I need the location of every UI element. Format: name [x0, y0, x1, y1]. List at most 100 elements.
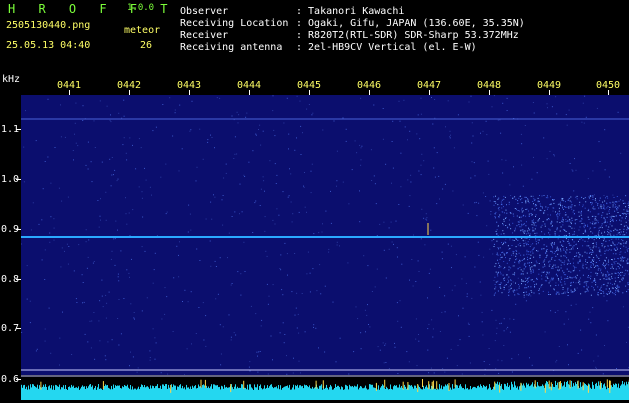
spectrum-bin — [132, 386, 133, 400]
noise-pixel — [508, 292, 509, 293]
noise-pixel — [107, 341, 108, 342]
spectrum-bin — [511, 382, 512, 400]
noise-pixel — [289, 195, 290, 196]
noise-pixel — [447, 358, 448, 359]
meteor-echo-pixel — [605, 241, 606, 242]
meteor-echo-pixel — [594, 259, 595, 260]
spectrum-peak — [549, 381, 550, 389]
noise-pixel — [86, 229, 87, 230]
noise-pixel — [365, 310, 366, 311]
noise-pixel — [61, 201, 62, 202]
noise-pixel — [427, 328, 428, 329]
noise-pixel — [165, 164, 166, 165]
meteor-echo-pixel — [529, 277, 530, 278]
meteor-echo-pixel — [495, 263, 496, 264]
spectrum-bin — [269, 386, 270, 400]
noise-pixel — [393, 244, 394, 245]
spectrum-bin — [575, 382, 576, 400]
spectrum-bin — [63, 385, 64, 400]
meteor-echo-pixel — [504, 289, 505, 290]
noise-pixel — [263, 180, 264, 181]
noise-pixel — [363, 255, 364, 256]
noise-pixel — [276, 175, 277, 176]
noise-pixel — [360, 98, 361, 99]
noise-pixel — [569, 110, 570, 111]
meteor-echo-pixel — [546, 197, 547, 198]
noise-pixel — [229, 314, 230, 315]
noise-pixel — [160, 177, 161, 178]
meteor-echo-pixel — [530, 286, 531, 287]
meteor-echo-pixel — [626, 216, 627, 217]
meteor-echo-pixel — [503, 233, 504, 234]
spectrum-bin — [595, 384, 596, 400]
spectrum-bin — [299, 385, 300, 400]
meteor-echo-pixel — [610, 290, 611, 291]
spectrum-bin — [305, 385, 306, 400]
noise-pixel — [39, 224, 40, 225]
meteor-echo-pixel — [596, 265, 597, 266]
meteor-echo-pixel — [616, 220, 617, 221]
noise-pixel — [605, 267, 606, 268]
meteor-echo-pixel — [554, 242, 555, 243]
meteor-echo-pixel — [618, 212, 619, 213]
noise-pixel — [24, 181, 25, 182]
meteor-echo-pixel — [542, 238, 543, 239]
noise-pixel — [361, 146, 362, 147]
meteor-echo-pixel — [592, 203, 593, 204]
noise-pixel — [133, 356, 134, 357]
meteor-echo-pixel — [587, 288, 588, 289]
noise-pixel — [115, 238, 116, 239]
spectrum-bin — [21, 385, 22, 400]
noise-pixel — [273, 130, 274, 131]
noise-pixel — [284, 342, 285, 343]
meteor-echo-pixel — [562, 270, 563, 271]
spectrum-bin — [356, 387, 357, 401]
meteor-echo-pixel — [599, 230, 600, 231]
meteor-echo-pixel — [494, 246, 495, 247]
meteor-echo-pixel — [502, 292, 503, 293]
noise-pixel — [584, 96, 585, 97]
meteor-echo-pixel — [590, 262, 591, 263]
noise-pixel — [74, 270, 75, 271]
meteor-echo-pixel — [532, 224, 533, 225]
spectrum-bin — [512, 384, 513, 400]
spectrum-bin — [142, 385, 143, 400]
meteor-echo-pixel — [552, 279, 553, 280]
info-key: Observer — [180, 6, 228, 17]
meteor-echo-pixel — [612, 273, 613, 274]
spectrum-bin — [234, 387, 235, 400]
noise-pixel — [118, 274, 119, 275]
spectrum-bin — [363, 388, 364, 400]
spectrum-bin — [150, 385, 151, 400]
noise-pixel — [292, 213, 293, 214]
noise-pixel — [287, 275, 288, 276]
noise-pixel — [483, 131, 484, 132]
meteor-echo-pixel — [540, 206, 541, 207]
spectrum-peak — [609, 380, 610, 388]
meteor-echo-pixel — [585, 281, 586, 282]
meteor-echo-pixel — [628, 211, 629, 212]
spectrum-bin — [377, 390, 378, 401]
meteor-echo-pixel — [503, 199, 504, 200]
noise-pixel — [588, 178, 589, 179]
noise-pixel — [409, 361, 410, 362]
noise-pixel — [273, 284, 274, 285]
noise-pixel — [130, 303, 131, 304]
meteor-echo-pixel — [563, 287, 564, 288]
spectrum-bin — [546, 381, 547, 400]
meteor-echo-pixel — [528, 201, 529, 202]
spectrum-bin — [95, 386, 96, 400]
meteor-echo-pixel — [512, 245, 513, 246]
meteor-echo-pixel — [507, 252, 508, 253]
noise-pixel — [597, 108, 598, 109]
meteor-echo-pixel — [496, 222, 497, 223]
meteor-echo-pixel — [616, 208, 617, 209]
meteor-echo-pixel — [589, 247, 590, 248]
meteor-echo-pixel — [593, 208, 594, 209]
meteor-echo-pixel — [610, 219, 611, 220]
meteor-echo-pixel — [559, 259, 560, 260]
noise-pixel — [291, 202, 292, 203]
noise-pixel — [75, 103, 76, 104]
meteor-echo-pixel — [590, 211, 591, 212]
noise-pixel — [94, 120, 95, 121]
